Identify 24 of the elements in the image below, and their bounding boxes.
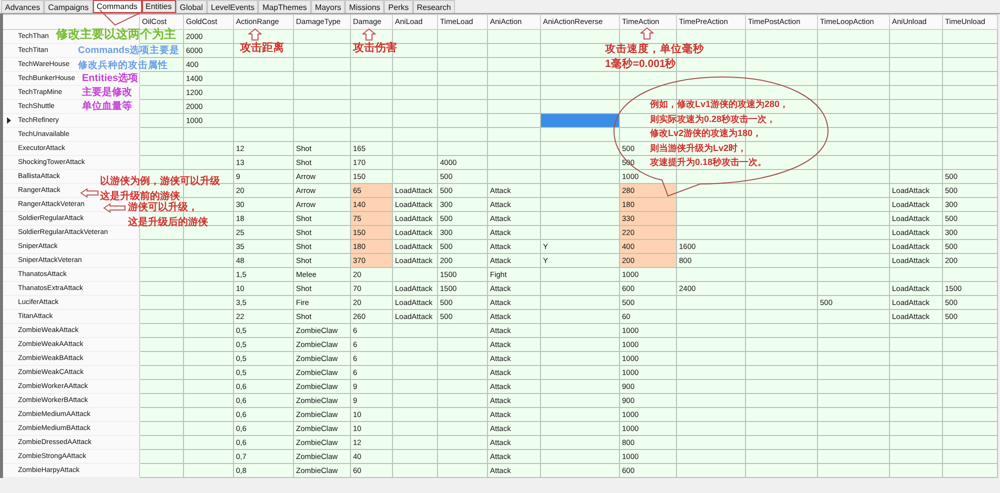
annotation-text: Entities选项 主要是修改 单位血量等 [82, 72, 138, 114]
tab[interactable]: Missions [345, 0, 384, 13]
annotation-text: 游侠可以升级， 这是升级后的游侠 [128, 200, 208, 230]
tab[interactable]: Entities [142, 0, 176, 13]
tab[interactable]: Research [412, 0, 455, 13]
tab[interactable]: Global [176, 0, 207, 13]
up-arrow-icon [362, 28, 376, 40]
pointer-lines [100, 10, 140, 26]
tab[interactable]: Advances [1, 0, 44, 13]
tab[interactable]: Campaigns [44, 0, 93, 13]
tab[interactable]: Commands [92, 0, 142, 13]
tab[interactable]: Perks [384, 0, 413, 13]
up-arrow-icon [248, 28, 262, 40]
tab[interactable]: MapThemes [258, 0, 311, 13]
annotation-text: 攻击速度，单位毫秒 1毫秒=0.001秒 [605, 42, 704, 72]
annotation-text: Commands选项主要是 修改兵种的攻击属性 [78, 44, 180, 72]
annotation-text: 以游侠为例，游侠可以升级 这是升级前的游侠 [100, 174, 220, 202]
up-arrow-icon [640, 27, 654, 40]
selected-cell[interactable] [540, 114, 620, 128]
annotation-text: 攻击距离 [240, 41, 284, 55]
annotation-text: 攻击伤害 [353, 41, 397, 55]
tab[interactable]: LevelEvents [206, 0, 258, 13]
tab[interactable]: Mayors [310, 0, 346, 13]
annotation-text: 例如，修改Lv1游侠的攻速为280， 则实际攻速为0.28秒攻击一次， 修改Lv2游侠的攻速为180， 则当游侠升级为Lv2时， 攻速提升为0.18秒攻击一次。 [650, 98, 789, 170]
